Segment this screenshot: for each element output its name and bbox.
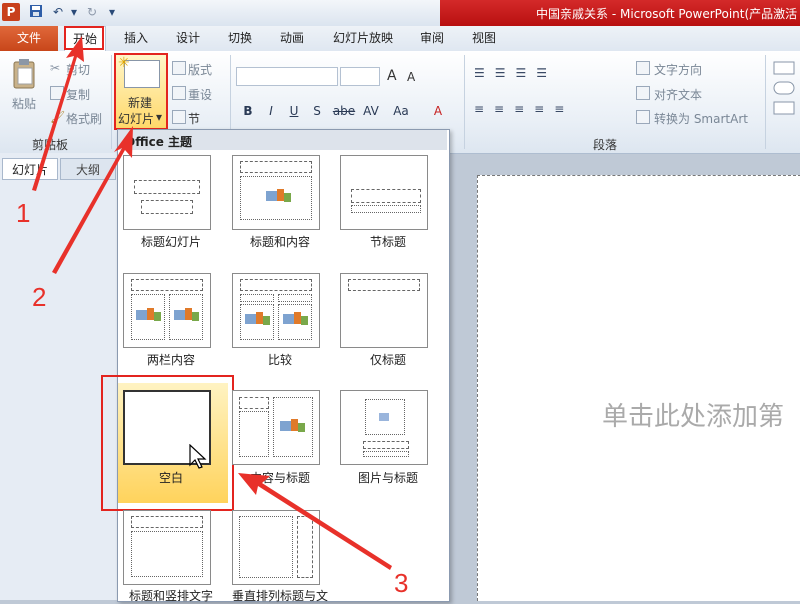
step-number-3: 3 bbox=[394, 568, 409, 598]
annotation-arrows bbox=[32, 36, 392, 570]
step-number-1: 1 bbox=[16, 198, 31, 228]
step-number-2: 2 bbox=[32, 282, 47, 312]
